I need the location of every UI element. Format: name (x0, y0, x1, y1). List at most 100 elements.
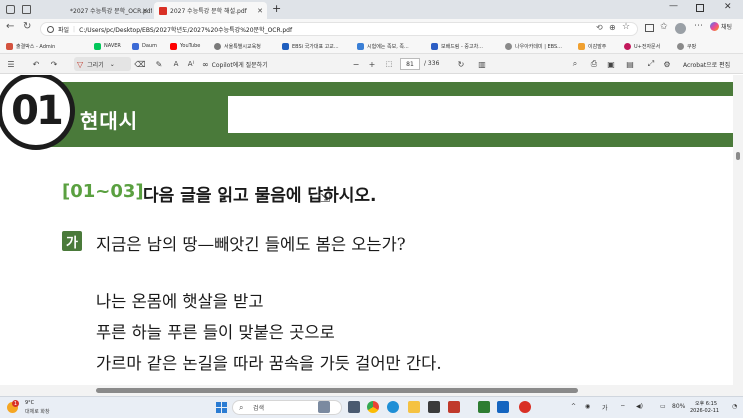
windows-start-icon[interactable] (216, 402, 227, 413)
fullscreen-icon[interactable]: ⤢ (645, 57, 657, 71)
task-view-icon[interactable] (348, 401, 360, 413)
maximize-button[interactable] (696, 4, 704, 12)
tab-explanation-pdf[interactable]: 2027 수능특강 문학 해설.pdf ✕ (154, 2, 267, 19)
bookmark-ebsi[interactable]: EBSi 국가대표 고교... (282, 41, 339, 51)
battery-icon[interactable]: ▭ (660, 403, 666, 410)
weather-widget[interactable]: 1 9°C 대체로 화창 (5, 400, 65, 416)
undo-icon[interactable]: ↶ (30, 57, 42, 71)
eraser-icon[interactable]: ⌫ (134, 57, 146, 71)
search-icon: ⌕ (239, 403, 244, 412)
new-tab-button[interactable]: + (272, 2, 281, 15)
question-instruction: 다음 글을 읽고 물음에 답하시오. (143, 186, 377, 206)
bookmark-admin[interactable]: 출결박스 - Admin (6, 41, 55, 51)
bookmark-igam[interactable]: 이감발주 (578, 41, 606, 51)
tab-title: 2027 수능특강 문학 해설.pdf (170, 8, 247, 15)
close-icon[interactable]: ✕ (257, 7, 263, 15)
app-icon[interactable] (428, 401, 440, 413)
vertical-scrollbar[interactable] (733, 75, 743, 396)
copilot-chat-button[interactable]: 채팅 (710, 22, 732, 31)
refresh-icon[interactable]: ↻ (23, 21, 31, 32)
clock-time[interactable]: 오후 6:15 (695, 400, 717, 407)
language-indicator[interactable]: 가 (602, 403, 608, 412)
wifi-icon[interactable]: ⌔ (620, 403, 626, 411)
text-icon[interactable]: A (170, 57, 182, 71)
page-total: / 336 (424, 60, 440, 67)
weather-badge: 1 (12, 400, 19, 407)
close-window-button[interactable]: ✕ (724, 2, 732, 12)
highlight-icon[interactable]: ✎ (153, 57, 165, 71)
save-as-icon[interactable]: ▤ (624, 57, 636, 71)
chrome-icon[interactable] (367, 401, 379, 413)
zoom-out-button[interactable]: − (350, 57, 362, 71)
translate-icon[interactable]: ⟲ (596, 23, 603, 32)
close-icon[interactable]: ✕ (142, 7, 148, 15)
globe-icon (214, 42, 221, 50)
app-icon[interactable] (448, 401, 460, 413)
bookmark-coupang[interactable]: 쿠팡 (677, 41, 696, 51)
save-icon[interactable]: ▣ (605, 57, 617, 71)
rotate-icon[interactable]: ↻ (455, 57, 467, 71)
vertical-scroll-thumb[interactable] (736, 152, 740, 160)
bookmark-label: 이감발주 (588, 43, 607, 50)
bookmark-label: YouTube (180, 43, 201, 49)
back-icon[interactable]: ← (6, 21, 14, 32)
more-menu-icon[interactable]: ⋯ (694, 21, 703, 31)
acrobat-edit-button[interactable]: Acrobat으로 편집 (683, 60, 730, 69)
bookmark-label: NAVER (104, 43, 121, 49)
bookmark-naver[interactable]: NAVER (94, 41, 121, 51)
tab-list-icon[interactable] (22, 5, 31, 14)
sidebar-toggle-icon[interactable]: ☰ (5, 57, 17, 71)
cursor-icon: ⇲ (320, 191, 331, 205)
tray-app-icon[interactable]: ◉ (585, 403, 590, 410)
favorites-icon[interactable]: ✩ (660, 22, 668, 32)
app-icon[interactable] (497, 401, 509, 413)
widgets-icon[interactable] (318, 401, 330, 413)
settings-icon[interactable]: ⚙ (661, 57, 673, 71)
tray-chevron-icon[interactable]: ^ (571, 403, 576, 410)
horizontal-scroll-thumb[interactable] (96, 388, 578, 393)
taskbar: 1 9°C 대체로 화창 ⌕ 검색 ^ ◉ 가 ⌔ ◀) ▭ 80% 오후 6:… (0, 396, 743, 418)
bookmark-label: U+전자문서 (634, 43, 661, 50)
bookmark-label: Daum (142, 43, 157, 49)
page-number-input[interactable]: 81 (400, 58, 420, 70)
horizontal-scrollbar[interactable] (0, 385, 733, 396)
draw-button[interactable]: ▽ 그리기 ⌄ (74, 57, 131, 71)
copilot-ask-button[interactable]: ∞ Copilot에게 질문하기 (202, 58, 268, 70)
volume-icon[interactable]: ◀) (636, 403, 643, 410)
tab-bar: *2027 수능특강 문학_OCR.pdf ✕ 2027 수능특강 문학 해설.… (0, 0, 743, 19)
zoom-icon[interactable]: ⊕ (609, 23, 616, 32)
pdf-toolbar: ☰ ↶ ↷ ▽ 그리기 ⌄ ⌫ ✎ A A⁾ ∞ Copilot에게 질문하기 … (0, 54, 743, 74)
bookmark-uplus[interactable]: U+전자문서 (624, 41, 660, 51)
app-icon[interactable] (478, 401, 490, 413)
tab-ocr-pdf[interactable]: *2027 수능특강 문학_OCR.pdf ✕ (62, 2, 152, 19)
poem-line: 나는 온몸에 햇살을 받고 (96, 292, 264, 311)
split-screen-icon[interactable] (645, 24, 654, 32)
bookmark-nowacademy[interactable]: 나우아카데미 | EBS... (505, 41, 562, 51)
notification-icon[interactable]: ◔ (732, 403, 737, 410)
redo-icon[interactable]: ↷ (48, 57, 60, 71)
poem-line: 푸른 하늘 푸른 들이 맞붙은 곳으로 (96, 323, 335, 342)
profile-avatar[interactable] (675, 23, 686, 34)
bookmark-youtube[interactable]: YouTube (170, 41, 200, 51)
fit-page-icon[interactable]: ⬚ (383, 57, 395, 71)
bookmark-bobaedream[interactable]: 보배드림 - 중고차... (431, 41, 483, 51)
bookmark-jokbo[interactable]: 시험에는 족보, 족... (357, 41, 409, 51)
clock-date[interactable]: 2026-02-11 (690, 408, 719, 414)
print-icon[interactable]: ⎙ (588, 57, 600, 71)
read-aloud-icon[interactable]: A⁾ (185, 57, 197, 71)
edge-icon[interactable] (387, 401, 399, 413)
naver-icon (94, 42, 101, 50)
page-view-icon[interactable]: ▥ (476, 57, 488, 71)
favorite-star-icon[interactable]: ☆ (622, 22, 630, 32)
bookmark-seoul-edu[interactable]: 서울특별시교육청 (214, 41, 261, 51)
zoom-in-button[interactable]: + (366, 57, 378, 71)
window-menu-icon[interactable] (6, 5, 15, 14)
minimize-button[interactable]: — (669, 1, 678, 11)
bookmark-daum[interactable]: Daum (132, 41, 157, 51)
bookmark-label: 쿠팡 (687, 43, 697, 50)
find-icon[interactable]: ⌕ (569, 57, 581, 71)
app-icon[interactable] (519, 401, 531, 413)
file-explorer-icon[interactable] (408, 401, 420, 413)
draw-icon: ▽ (77, 59, 84, 69)
url-input[interactable]: 파일 | C:/Users/pc/Desktop/EBS/2027학년도/202… (40, 22, 638, 36)
